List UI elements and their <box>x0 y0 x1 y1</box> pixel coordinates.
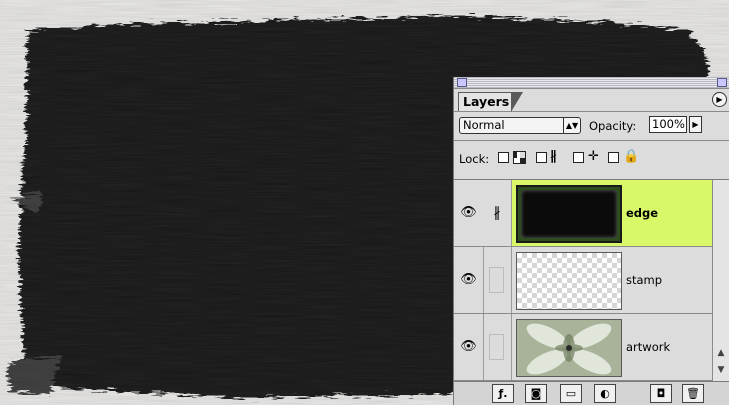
new-set-icon[interactable]: ▭ <box>560 384 582 403</box>
scroll-down-icon[interactable]: ▼ <box>715 364 727 376</box>
layer-row-artwork[interactable]: 👁 artwork <box>454 314 712 381</box>
eye-icon[interactable]: 👁 <box>454 247 484 313</box>
eye-icon[interactable]: 👁 <box>454 314 484 380</box>
layer-thumbnail-artwork <box>516 319 622 377</box>
lock-image-pixels-icon: ∦ <box>550 149 557 164</box>
layer-mask-icon[interactable]: ◙ <box>525 384 547 403</box>
layer-row-edge[interactable]: 👁 ∦ edge <box>454 180 712 247</box>
adjustment-layer-icon[interactable]: ◐ <box>594 384 616 403</box>
lock-image-checkbox[interactable] <box>536 152 547 163</box>
paintbrush-icon: ∦ <box>493 205 501 221</box>
layer-name-artwork[interactable]: artwork <box>626 314 670 380</box>
layer-name-edge[interactable]: edge <box>626 180 658 246</box>
layer-thumbnail-stamp <box>516 252 622 310</box>
lock-position-icon: ✛ <box>588 149 599 164</box>
layer-row-stamp[interactable]: 👁 stamp <box>454 247 712 314</box>
layer-link-cell[interactable] <box>483 247 512 313</box>
opacity-slider-arrow-icon[interactable]: ▶ <box>689 116 702 133</box>
palette-tab-row: Layers ▶ <box>454 89 729 112</box>
palette-bottom-bar: ƒ. ◙ ▭ ◐ ◘ 🗑 <box>454 381 729 405</box>
opacity-label: Opacity: <box>589 119 637 133</box>
layers-palette: Layers ▶ Normal ▲▼ Opacity: 100% ▶ Lock:… <box>453 77 729 405</box>
blend-opacity-row: Normal ▲▼ Opacity: 100% ▶ <box>454 112 729 141</box>
lock-position-checkbox[interactable] <box>573 152 584 163</box>
layer-style-icon[interactable]: ƒ. <box>492 384 514 403</box>
lock-transparent-pixels-icon <box>513 151 526 164</box>
updown-arrows-icon: ▲▼ <box>563 118 580 133</box>
lock-all-checkbox[interactable] <box>608 152 619 163</box>
eye-icon[interactable]: 👁 <box>454 180 484 246</box>
layer-brush-cell[interactable]: ∦ <box>483 180 512 246</box>
link-slot <box>489 267 504 293</box>
lock-row: Lock: ∦ ✛ 🔒 <box>454 141 729 180</box>
palette-menu-arrow-icon[interactable]: ▶ <box>712 92 727 107</box>
opacity-field[interactable]: 100% <box>649 116 687 133</box>
palette-title-bar[interactable] <box>454 77 729 89</box>
new-layer-icon[interactable]: ◘ <box>650 384 672 403</box>
close-box-icon[interactable] <box>457 78 467 87</box>
scroll-up-icon[interactable]: ▲ <box>715 347 727 359</box>
link-slot <box>489 334 504 360</box>
lock-transparency-checkbox[interactable] <box>498 152 509 163</box>
blend-mode-value: Normal <box>463 118 505 132</box>
floral-artwork-icon <box>517 320 621 376</box>
lock-all-icon: 🔒 <box>623 149 640 164</box>
layer-name-stamp[interactable]: stamp <box>626 247 662 313</box>
blend-mode-select[interactable]: Normal ▲▼ <box>459 117 581 134</box>
tab-layers[interactable]: Layers <box>458 92 523 112</box>
trash-icon[interactable]: 🗑 <box>682 384 704 403</box>
layers-scrollbar[interactable]: ▲ ▼ <box>712 180 729 381</box>
zoom-box-icon[interactable] <box>717 78 727 87</box>
layer-thumbnail-edge <box>516 185 622 243</box>
lock-label: Lock: <box>459 152 490 166</box>
layer-link-cell[interactable] <box>483 314 512 380</box>
